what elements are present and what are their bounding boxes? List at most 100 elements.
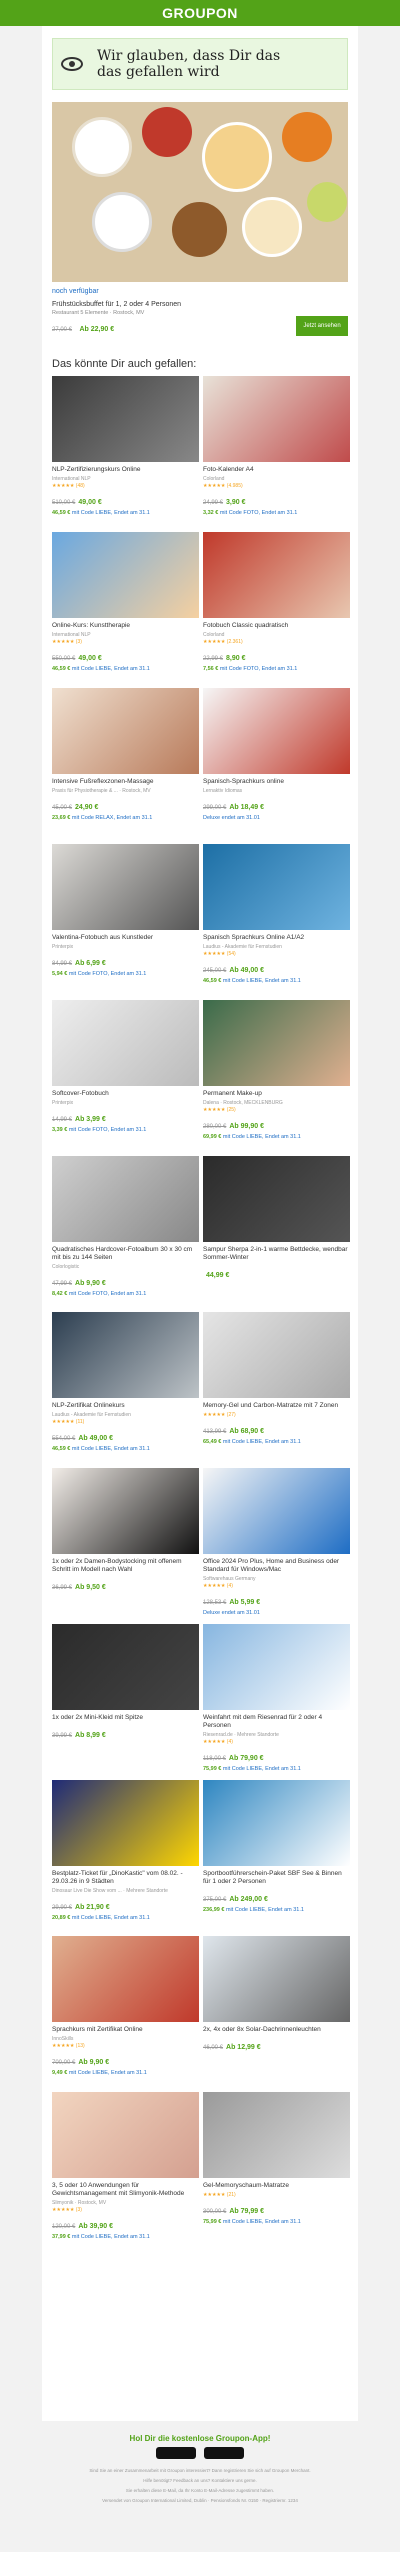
- deal-card[interactable]: NLP-Zertifikat Onlinekurs Laudius - Akad…: [52, 1312, 199, 1468]
- deal-price: Ab 6,99 €: [75, 960, 106, 967]
- deal-title[interactable]: Sprachkurs mit Zertifikat Online: [52, 2026, 199, 2034]
- deal-old-price: 245,00 €: [203, 968, 227, 974]
- hero-title[interactable]: Frühstücksbuffet für 1, 2 oder 4 Persone…: [52, 301, 348, 308]
- deal-image[interactable]: [203, 1780, 350, 1866]
- deal-image[interactable]: [203, 1468, 350, 1554]
- deal-title[interactable]: Spanisch Sprachkurs Online A1/A2: [203, 934, 350, 942]
- deal-image[interactable]: [203, 376, 350, 462]
- deal-card[interactable]: Office 2024 Pro Plus, Home and Business …: [203, 1468, 350, 1624]
- deal-title[interactable]: 1x oder 2x Damen-Bodystocking mit offene…: [52, 1558, 199, 1574]
- deal-title[interactable]: Foto-Kalender A4: [203, 466, 350, 474]
- deal-title[interactable]: Office 2024 Pro Plus, Home and Business …: [203, 1558, 350, 1574]
- deal-image[interactable]: [203, 1000, 350, 1086]
- deal-rating: ★★★★★ (54): [203, 951, 236, 957]
- deal-image[interactable]: [203, 1156, 350, 1242]
- deal-image[interactable]: [52, 376, 199, 462]
- deal-card[interactable]: 2x, 4x oder 8x Solar-Dachrinnenleuchten …: [203, 1936, 350, 2092]
- deal-promo-price: 236,99 €: [203, 1907, 225, 1913]
- deal-image[interactable]: [203, 1936, 350, 2022]
- deal-promo-text: mit Code LIEBE, Endet am 31.1: [222, 1134, 301, 1140]
- deal-title[interactable]: Bestplatz-Ticket für „DinoKastic" vom 08…: [52, 1870, 199, 1886]
- deal-title[interactable]: NLP-Zertifizierungskurs Online: [52, 466, 199, 474]
- deal-card[interactable]: Permanent Make-up Dalena · Rostock, MECK…: [203, 1000, 350, 1156]
- deal-rating: ★★★★★ (3): [52, 639, 82, 645]
- deal-title[interactable]: Gel-Memoryschaum-Matratze: [203, 2182, 350, 2190]
- deal-image[interactable]: [203, 844, 350, 930]
- deal-image[interactable]: [52, 1936, 199, 2022]
- deal-image[interactable]: [52, 688, 199, 774]
- deal-old-price: 29,90 €: [52, 1905, 73, 1911]
- deal-image[interactable]: [203, 688, 350, 774]
- deal-image[interactable]: [203, 1312, 350, 1398]
- deal-promo-text: mit Code LIEBE, Endet am 31.1: [71, 666, 150, 672]
- deal-image[interactable]: [203, 1624, 350, 1710]
- deal-card[interactable]: Sampur Sherpa 2-in-1 warme Bettdecke, we…: [203, 1156, 350, 1312]
- app-store-badge[interactable]: [155, 2447, 196, 2459]
- deal-title[interactable]: Sportbootführerschein-Paket SBF See & Bi…: [203, 1870, 350, 1886]
- deal-card[interactable]: Sprachkurs mit Zertifikat Online InnoSki…: [52, 1936, 199, 2092]
- deal-promo: 9,49 € mit Code LIEBE, Endet am 31.1: [52, 2070, 199, 2076]
- deal-card[interactable]: Intensive Fußreflexzonen-Massage Praxis …: [52, 688, 199, 844]
- deal-card[interactable]: 1x oder 2x Damen-Bodystocking mit offene…: [52, 1468, 199, 1624]
- deal-card[interactable]: Memory-Gel und Carbon-Matratze mit 7 Zon…: [203, 1312, 350, 1468]
- deal-title[interactable]: Softcover-Fotobuch: [52, 1090, 199, 1098]
- deal-image[interactable]: [52, 532, 199, 618]
- deal-promo-price: 9,49 €: [52, 2070, 68, 2076]
- deal-promo-text: mit Code LIEBE, Endet am 31.1: [222, 978, 301, 984]
- view-deal-button[interactable]: Jetzt ansehen: [296, 316, 348, 336]
- deal-image[interactable]: [52, 1156, 199, 1242]
- deal-card[interactable]: Online-Kurs: Kunsttherapie International…: [52, 532, 199, 688]
- groupon-logo[interactable]: GROUPON: [162, 5, 238, 21]
- deal-card[interactable]: NLP-Zertifizierungskurs Online Internati…: [52, 376, 199, 532]
- deal-promo-price: 65,49 €: [203, 1439, 222, 1445]
- deal-promo: 46,59 € mit Code LIEBE, Endet am 31.1: [52, 510, 199, 516]
- deal-card[interactable]: Bestplatz-Ticket für „DinoKastic" vom 08…: [52, 1780, 199, 1936]
- deal-promo: 46,59 € mit Code LIEBE, Endet am 31.1: [203, 978, 350, 984]
- deal-title[interactable]: Weinfahrt mit dem Riesenrad für 2 oder 4…: [203, 1714, 350, 1730]
- recommendation-banner: Wir glauben, dass Dir das das gefallen w…: [52, 38, 348, 90]
- deal-title[interactable]: Sampur Sherpa 2-in-1 warme Bettdecke, we…: [203, 1246, 350, 1262]
- deal-title[interactable]: 1x oder 2x Mini-Kleid mit Spitze: [52, 1714, 199, 1722]
- deal-card[interactable]: Spanisch-Sprachkurs online Lernaktiv Idi…: [203, 688, 350, 844]
- deal-image[interactable]: [52, 1624, 199, 1710]
- deal-card[interactable]: 3, 5 oder 10 Anwendungen für Gewichtsman…: [52, 2092, 199, 2248]
- deal-price-row: 245,00 € Ab 49,00 €: [203, 959, 350, 977]
- deal-promo-text: Deluxe endet am 31.01: [203, 815, 260, 821]
- deal-title[interactable]: Intensive Fußreflexzonen-Massage: [52, 778, 199, 786]
- deal-card[interactable]: Fotobuch Classic quadratisch Colorland ★…: [203, 532, 350, 688]
- deal-image[interactable]: [203, 532, 350, 618]
- deal-image[interactable]: [52, 1000, 199, 1086]
- deal-price: Ab 68,90 €: [229, 1428, 264, 1435]
- deal-title[interactable]: Valentina-Fotobuch aus Kunstleder: [52, 934, 199, 942]
- hero-image[interactable]: [52, 102, 348, 282]
- deal-image[interactable]: [52, 1780, 199, 1866]
- deal-title[interactable]: Fotobuch Classic quadratisch: [203, 622, 350, 630]
- deal-title[interactable]: Quadratisches Hardcover-Fotoalbum 30 x 3…: [52, 1246, 199, 1262]
- hero-deal-info: noch verfügbar Frühstücksbuffet für 1, 2…: [52, 288, 348, 348]
- deal-card[interactable]: Softcover-Fotobuch Printerpix 14,99 € Ab …: [52, 1000, 199, 1156]
- deal-card[interactable]: Sportbootführerschein-Paket SBF See & Bi…: [203, 1780, 350, 1936]
- deal-image[interactable]: [52, 1468, 199, 1554]
- deal-title[interactable]: NLP-Zertifikat Onlinekurs: [52, 1402, 199, 1410]
- deal-card[interactable]: 1x oder 2x Mini-Kleid mit Spitze 39,99 €…: [52, 1624, 199, 1780]
- deal-image[interactable]: [52, 2092, 199, 2178]
- deal-title[interactable]: Online-Kurs: Kunsttherapie: [52, 622, 199, 630]
- deal-title[interactable]: Permanent Make-up: [203, 1090, 350, 1098]
- deal-card[interactable]: Spanisch Sprachkurs Online A1/A2 Laudius…: [203, 844, 350, 1000]
- deal-card[interactable]: Foto-Kalender A4 Colorland ★★★★★ (4.985)…: [203, 376, 350, 532]
- deal-image[interactable]: [52, 1312, 199, 1398]
- deal-title[interactable]: 2x, 4x oder 8x Solar-Dachrinnenleuchten: [203, 2026, 350, 2034]
- deal-promo-price: 8,42 €: [52, 1291, 68, 1297]
- deal-promo-text: mit Code LIEBE, Endet am 31.1: [222, 1439, 301, 1445]
- deal-title[interactable]: 3, 5 oder 10 Anwendungen für Gewichtsman…: [52, 2182, 199, 2198]
- deal-card[interactable]: Weinfahrt mit dem Riesenrad für 2 oder 4…: [203, 1624, 350, 1780]
- deal-promo-text: mit Code RELAX, Endet am 31.1: [71, 815, 153, 821]
- deal-image[interactable]: [203, 2092, 350, 2178]
- deal-title[interactable]: Spanisch-Sprachkurs online: [203, 778, 350, 786]
- deal-card[interactable]: Gel-Memoryschaum-Matratze ★★★★★ (21) 300…: [203, 2092, 350, 2248]
- deal-image[interactable]: [52, 844, 199, 930]
- google-play-badge[interactable]: [204, 2447, 245, 2459]
- deal-card[interactable]: Valentina-Fotobuch aus Kunstleder Printe…: [52, 844, 199, 1000]
- deal-title[interactable]: Memory-Gel und Carbon-Matratze mit 7 Zon…: [203, 1402, 350, 1410]
- deal-card[interactable]: Quadratisches Hardcover-Fotoalbum 30 x 3…: [52, 1156, 199, 1312]
